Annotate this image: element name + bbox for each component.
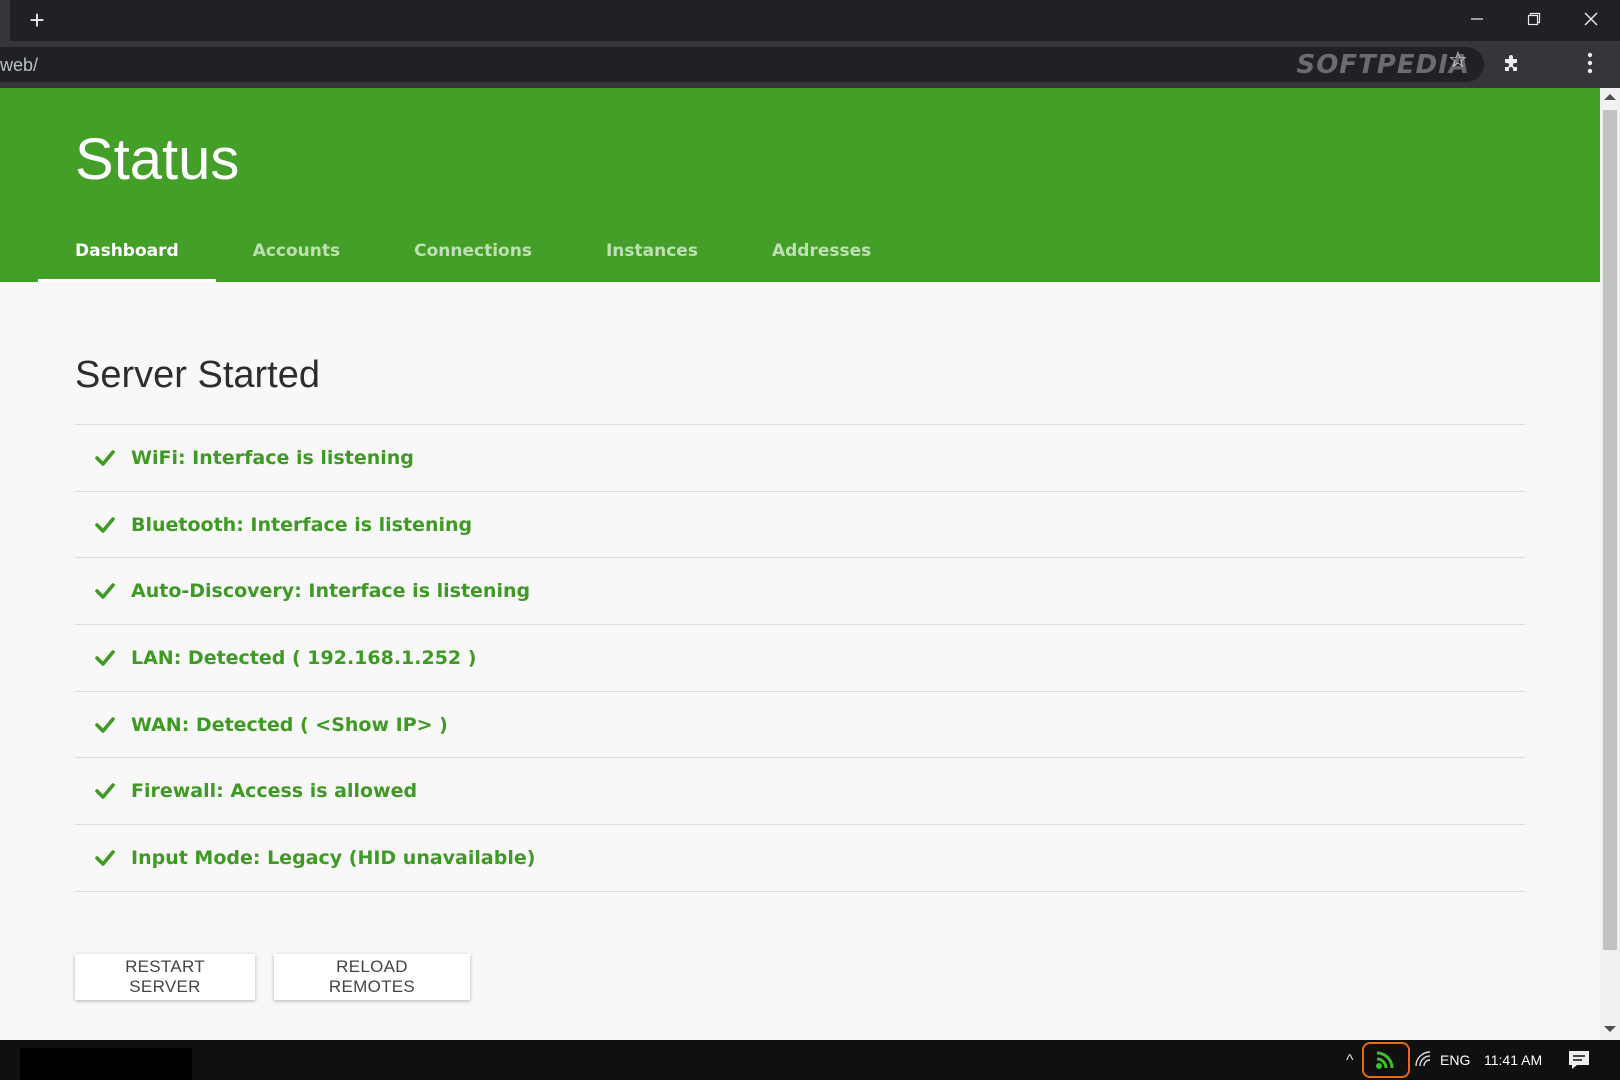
- tab-dashboard[interactable]: Dashboard: [38, 234, 216, 282]
- status-header: Status Dashboard Accounts Connections In…: [0, 88, 1600, 282]
- tab-connections[interactable]: Connections: [377, 234, 569, 282]
- extensions-icon[interactable]: [1501, 52, 1523, 74]
- minimize-button[interactable]: [1448, 0, 1506, 38]
- check-icon: [95, 716, 115, 733]
- softpedia-watermark: SOFTPEDIA: [1296, 50, 1470, 80]
- close-icon: [1584, 12, 1598, 26]
- check-icon: [95, 650, 115, 666]
- scroll-up-icon[interactable]: [1604, 94, 1616, 100]
- close-button[interactable]: [1562, 0, 1620, 38]
- nav-tabs: Dashboard Accounts Connections Instances…: [38, 234, 908, 282]
- language-indicator[interactable]: ENG: [1440, 1052, 1470, 1068]
- scroll-down-icon[interactable]: [1604, 1026, 1616, 1032]
- tab-accounts[interactable]: Accounts: [216, 234, 377, 282]
- status-item-text: Bluetooth: Interface is listening: [131, 513, 473, 536]
- section-title: Server Started: [75, 354, 320, 396]
- new-tab-button[interactable]: +: [24, 7, 50, 34]
- tab-addresses[interactable]: Addresses: [735, 234, 908, 282]
- browser-toolbar: web/ SOFTPEDIA: [0, 41, 1620, 88]
- restore-button[interactable]: [1505, 0, 1563, 38]
- restart-server-button[interactable]: RESTART SERVER: [75, 954, 255, 1000]
- scrollbar-thumb[interactable]: [1603, 110, 1617, 950]
- bookmark-star-icon[interactable]: ☆: [1448, 47, 1468, 73]
- browser-tab[interactable]: [0, 0, 10, 41]
- page-title: Status: [75, 127, 240, 192]
- check-icon: [95, 850, 115, 866]
- status-item-text: LAN: Detected ( 192.168.1.252 ): [131, 646, 477, 669]
- wifi-icon[interactable]: [1414, 1050, 1432, 1068]
- windows-taskbar: ^ ENG 11:41 AM: [0, 1040, 1620, 1080]
- taskbar-apps-area[interactable]: [20, 1048, 192, 1080]
- web-page: Status Dashboard Accounts Connections In…: [0, 88, 1600, 1040]
- status-item-auto-discovery: Auto-Discovery: Interface is listening: [75, 558, 1525, 626]
- restore-icon: [1527, 12, 1541, 26]
- status-item-text[interactable]: WAN: Detected ( <Show IP> ): [131, 714, 448, 736]
- status-item-lan: LAN: Detected ( 192.168.1.252 ): [75, 625, 1525, 692]
- status-list: WiFi: Interface is listening Bluetooth: …: [75, 424, 1525, 892]
- status-item-firewall: Firewall: Access is allowed: [75, 758, 1525, 826]
- check-icon: [95, 783, 115, 800]
- status-item-input-mode: Input Mode: Legacy (HID unavailable): [75, 825, 1525, 892]
- status-item-text: Firewall: Access is allowed: [131, 780, 418, 803]
- tray-overflow-icon[interactable]: ^: [1346, 1052, 1354, 1070]
- browser-tab-bar: +: [0, 0, 1620, 41]
- status-item-text: WiFi: Interface is listening: [131, 446, 414, 469]
- check-icon: [95, 450, 115, 466]
- cast-icon[interactable]: [1374, 1049, 1398, 1071]
- reload-remotes-button[interactable]: RELOAD REMOTES: [274, 954, 470, 1000]
- status-item-bluetooth: Bluetooth: Interface is listening: [75, 492, 1525, 559]
- taskbar-clock[interactable]: 11:41 AM: [1484, 1052, 1542, 1068]
- status-item-text: Auto-Discovery: Interface is listening: [131, 580, 531, 603]
- status-item-text: Input Mode: Legacy (HID unavailable): [131, 846, 536, 869]
- tray-app-highlight[interactable]: [1362, 1042, 1410, 1078]
- check-icon: [95, 516, 115, 533]
- status-item-wan: WAN: Detected ( <Show IP> ): [75, 692, 1525, 759]
- url-text[interactable]: web/: [0, 55, 38, 76]
- more-menu-icon[interactable]: [1582, 50, 1598, 76]
- address-bar[interactable]: web/ SOFTPEDIA: [0, 47, 1484, 82]
- tab-instances[interactable]: Instances: [569, 234, 735, 282]
- status-item-wifi: WiFi: Interface is listening: [75, 425, 1525, 492]
- notification-icon[interactable]: [1568, 1050, 1590, 1070]
- check-icon: [95, 583, 115, 600]
- minimize-icon: [1471, 18, 1483, 20]
